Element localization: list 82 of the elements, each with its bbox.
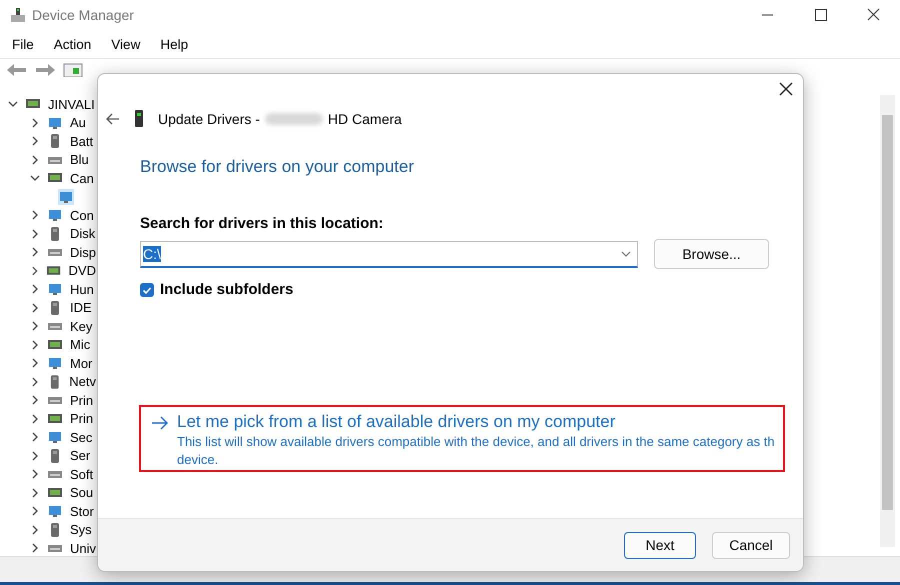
chevron-right-icon[interactable] — [30, 136, 40, 146]
chevron-right-icon[interactable] — [30, 228, 40, 239]
right-arrow-icon[interactable] — [151, 416, 169, 430]
option-description: This list will show available drivers compatible with the device, and all drivers in the same category as th — [177, 434, 775, 450]
tree-item-label[interactable]: Con — [70, 208, 94, 223]
tree-item-label[interactable]: Disk — [70, 226, 96, 242]
chevron-down-icon[interactable] — [30, 173, 40, 184]
next-button[interactable]: Next — [624, 532, 696, 558]
back-arrow-icon[interactable] — [106, 112, 120, 124]
chevron-down-icon[interactable] — [8, 99, 18, 110]
tree-item-label[interactable]: Netv — [69, 374, 96, 390]
option-description: device. — [177, 452, 220, 468]
tree-item-label[interactable]: Ser — [70, 448, 90, 464]
app-icon — [10, 7, 26, 23]
tree-item-label[interactable]: Stor — [70, 504, 94, 519]
tree-item-label[interactable]: Blu — [70, 152, 89, 168]
chevron-right-icon[interactable] — [30, 376, 40, 387]
tree-item-label[interactable]: JINVALI — [48, 96, 95, 112]
device-icon — [134, 110, 144, 127]
chevron-right-icon[interactable] — [30, 506, 40, 516]
tree-item-label[interactable]: Batt — [70, 134, 94, 149]
tree-item-label[interactable]: Key — [70, 318, 92, 334]
dialog-title: HD Camera — [328, 110, 402, 126]
chevron-right-icon[interactable] — [30, 358, 40, 368]
chevron-right-icon[interactable] — [30, 524, 40, 535]
checkbox-label[interactable]: Include subfolders — [160, 281, 294, 298]
chevron-right-icon[interactable] — [30, 432, 40, 442]
dropdown-caret-icon[interactable] — [621, 250, 631, 256]
tree-item-label[interactable]: Sec — [70, 430, 92, 445]
location-combobox[interactable]: C:\ — [140, 240, 638, 268]
chevron-right-icon[interactable] — [30, 395, 40, 406]
tree-item-label[interactable]: Univ — [70, 540, 96, 556]
chevron-right-icon[interactable] — [30, 321, 40, 332]
tree-item-label[interactable]: Hun — [70, 282, 94, 297]
chevron-right-icon[interactable] — [30, 414, 40, 424]
window-title: Device Manager — [32, 7, 134, 23]
menu-item[interactable]: File — [12, 36, 34, 52]
tree-item-label[interactable]: Can — [70, 170, 94, 186]
chevron-right-icon[interactable] — [30, 247, 40, 258]
menu-item[interactable]: Help — [160, 36, 188, 52]
chevron-right-icon[interactable] — [30, 210, 40, 220]
tree-item-label[interactable]: Soft — [70, 466, 94, 482]
chevron-right-icon[interactable] — [30, 340, 40, 350]
device-icon — [47, 355, 63, 372]
tree-item-label[interactable]: Au — [70, 115, 86, 130]
field-label: Search for drivers in this location: — [140, 215, 384, 232]
checkbox[interactable] — [140, 282, 154, 296]
chevron-right-icon[interactable] — [30, 469, 40, 480]
chevron-right-icon[interactable] — [30, 266, 40, 276]
properties-icon[interactable] — [62, 63, 84, 77]
option-link[interactable]: Let me pick from a list of available drivers on my computer — [177, 412, 775, 432]
tree-item-label[interactable]: Mic — [70, 337, 90, 352]
dialog-title: Update Drivers - — [158, 110, 260, 126]
device-icon — [58, 188, 74, 205]
close-icon[interactable] — [779, 82, 793, 96]
browse-button[interactable]: Browse... — [654, 239, 769, 269]
chevron-right-icon[interactable] — [30, 118, 40, 128]
tree-item-label[interactable]: IDE — [70, 300, 92, 316]
tree-item-label[interactable]: Mor — [70, 356, 92, 371]
blurred-text — [264, 112, 323, 124]
tree-item-label[interactable]: Sys — [70, 522, 92, 538]
scrollbar[interactable] — [880, 95, 895, 547]
tree-item-label[interactable]: Prin — [70, 411, 94, 426]
cancel-button[interactable]: Cancel — [712, 532, 790, 558]
chevron-right-icon[interactable] — [30, 284, 40, 294]
device-icon — [47, 503, 63, 520]
chevron-right-icon[interactable] — [30, 154, 40, 165]
chevron-right-icon[interactable] — [30, 302, 40, 313]
menu-item[interactable]: Action — [54, 36, 92, 52]
menu-item[interactable]: View — [111, 36, 140, 52]
chevron-right-icon[interactable] — [30, 543, 40, 554]
device-icon — [47, 207, 63, 224]
tree-item-label[interactable]: DVD — [68, 263, 96, 278]
tree-item-label[interactable]: Sou — [70, 485, 94, 500]
dialog-heading: Browse for drivers on your computer — [140, 157, 415, 177]
tree-item-label[interactable]: Disp — [70, 244, 96, 260]
chevron-right-icon[interactable] — [30, 450, 40, 461]
device-icon — [47, 281, 63, 298]
tree-item-label[interactable]: Prin — [70, 392, 94, 408]
device-icon — [47, 429, 63, 446]
chevron-right-icon[interactable] — [30, 488, 40, 498]
forward-arrow-icon[interactable] — [34, 63, 56, 77]
